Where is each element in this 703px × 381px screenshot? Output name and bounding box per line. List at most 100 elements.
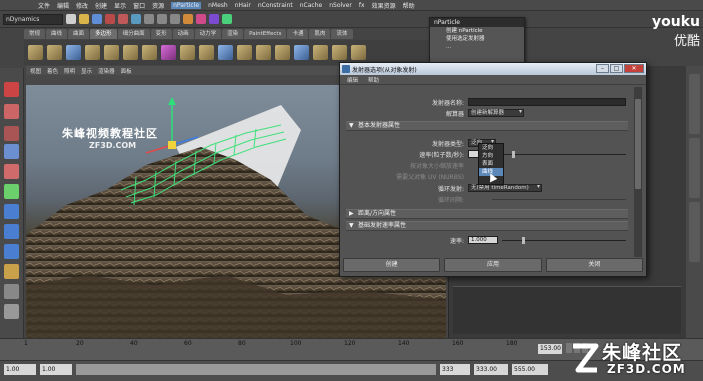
- move-tool-icon[interactable]: [4, 144, 19, 159]
- snap-grid-icon[interactable]: [144, 14, 154, 24]
- tab-channel-box[interactable]: [689, 74, 700, 134]
- playback-start-field[interactable]: 1.00: [40, 364, 72, 375]
- shelf-tab-muscle[interactable]: 肌肉: [309, 29, 331, 39]
- shelf-tab-curves[interactable]: 曲线: [46, 29, 68, 39]
- range-bar[interactable]: [76, 364, 436, 375]
- panel-menu-panels[interactable]: 面板: [121, 67, 132, 75]
- panel-menu-shading[interactable]: 着色: [47, 67, 58, 75]
- shelf-tab-deform[interactable]: 变形: [150, 29, 172, 39]
- menu-item-more[interactable]: ...: [430, 43, 524, 51]
- shelf-tool-icon[interactable]: [351, 45, 366, 60]
- ipr-render-icon[interactable]: [209, 14, 219, 24]
- dialog-title-bar[interactable]: 发射器选项(从对象发射) – □ ✕: [340, 63, 646, 75]
- shelf-tool-icon[interactable]: [256, 45, 271, 60]
- shelf-tab-rendering[interactable]: 渲染: [222, 29, 244, 39]
- save-scene-icon[interactable]: [92, 14, 102, 24]
- render-settings-icon[interactable]: [222, 14, 232, 24]
- speed-input[interactable]: 1.000: [468, 236, 498, 244]
- maximize-button[interactable]: □: [610, 64, 623, 73]
- panel-menu-view[interactable]: 视图: [30, 67, 41, 75]
- tab-tool-settings[interactable]: [689, 202, 700, 262]
- menu-help[interactable]: 帮助: [403, 1, 415, 10]
- menu-effect-assets[interactable]: 效果资源: [372, 1, 396, 10]
- select-hierarchy-icon[interactable]: [105, 14, 115, 24]
- shelf-tool-icon[interactable]: [161, 45, 176, 60]
- type-option-surface[interactable]: 表面: [479, 160, 503, 168]
- scale-tool-icon[interactable]: [4, 184, 19, 199]
- panel-menu-renderer[interactable]: 渲染器: [98, 67, 115, 75]
- rate-slider-knob[interactable]: [512, 151, 515, 158]
- layout-single-icon[interactable]: [4, 204, 19, 219]
- shelf-tab-dynamics[interactable]: 动力学: [194, 29, 222, 39]
- shelf-tab-general[interactable]: 常规: [24, 29, 46, 39]
- shelf-tool-icon[interactable]: [180, 45, 195, 60]
- menu-create[interactable]: 创建: [95, 1, 107, 10]
- shelf-tool-icon[interactable]: [123, 45, 138, 60]
- scrollbar-thumb[interactable]: [635, 99, 641, 189]
- menu-display[interactable]: 显示: [114, 1, 126, 10]
- shelf-tool-icon[interactable]: [199, 45, 214, 60]
- end-time-field[interactable]: 333.00: [474, 364, 508, 375]
- paint-select-icon[interactable]: [4, 126, 19, 141]
- shelf-tab-animation[interactable]: 动画: [172, 29, 194, 39]
- shelf-tool-icon[interactable]: [66, 45, 81, 60]
- render-icon[interactable]: [196, 14, 206, 24]
- layout-outliner-icon[interactable]: [4, 244, 19, 259]
- menu-modify[interactable]: 修改: [76, 1, 88, 10]
- dialog-scrollbar[interactable]: [634, 87, 642, 257]
- rotate-tool-icon[interactable]: [4, 164, 19, 179]
- select-object-icon[interactable]: [118, 14, 128, 24]
- menuset-dropdown[interactable]: nDynamics: [3, 13, 63, 25]
- menu-item-create-nparticle[interactable]: 创建 nParticle: [430, 27, 524, 35]
- shelf-tool-icon[interactable]: [218, 45, 233, 60]
- history-icon[interactable]: [183, 14, 193, 24]
- layout-hypershade-icon[interactable]: [4, 284, 19, 299]
- snap-curve-icon[interactable]: [157, 14, 167, 24]
- shelf-tab-painteffects[interactable]: PaintEffects: [244, 29, 287, 39]
- menu-fx[interactable]: fx: [359, 2, 365, 9]
- close-button[interactable]: ✕: [624, 64, 644, 73]
- anim-end-field[interactable]: 555.00: [512, 364, 548, 375]
- shelf-tool-icon[interactable]: [294, 45, 309, 60]
- shelf-tool-icon[interactable]: [47, 45, 62, 60]
- section-basic-emitter[interactable]: ▼ 基本发射器属性: [346, 121, 628, 131]
- shelf-tab-toon[interactable]: 卡通: [287, 29, 309, 39]
- emitter-name-input[interactable]: [468, 98, 626, 106]
- shelf-tool-icon[interactable]: [142, 45, 157, 60]
- shelf-tool-icon[interactable]: [237, 45, 252, 60]
- section-base-speed[interactable]: ▼ 基础发射速率属性: [346, 221, 628, 231]
- menu-assets[interactable]: 资源: [152, 1, 164, 10]
- solver-dropdown[interactable]: 创建新解算器: [468, 109, 524, 117]
- new-scene-icon[interactable]: [66, 14, 76, 24]
- type-option-omni[interactable]: 泛向: [479, 144, 503, 152]
- shelf-tab-surfaces[interactable]: 曲面: [68, 29, 90, 39]
- current-time-field[interactable]: 153.00: [538, 344, 562, 354]
- lasso-tool-icon[interactable]: [4, 104, 19, 119]
- menu-window[interactable]: 窗口: [133, 1, 145, 10]
- shelf-tab-subdiv[interactable]: 细分曲面: [117, 29, 150, 39]
- menu-item-use-selected-emitter[interactable]: 使用选定发射器: [430, 35, 524, 43]
- cycle-dropdown[interactable]: 无(禁用 timeRandom): [468, 184, 542, 192]
- layout-graph-icon[interactable]: [4, 264, 19, 279]
- close-dialog-button[interactable]: 关闭: [545, 258, 643, 272]
- minimize-button[interactable]: –: [596, 64, 609, 73]
- snap-point-icon[interactable]: [170, 14, 180, 24]
- menu-nmesh[interactable]: nMesh: [208, 2, 228, 9]
- menu-nhair[interactable]: nHair: [235, 2, 251, 9]
- shelf-tab-fluids[interactable]: 流体: [331, 29, 353, 39]
- menu-nconstraint[interactable]: nConstraint: [258, 2, 293, 9]
- speed-slider-track[interactable]: [502, 240, 626, 241]
- menu-file[interactable]: 文件: [38, 1, 50, 10]
- shelf-tool-icon[interactable]: [313, 45, 328, 60]
- shelf-tool-icon[interactable]: [28, 45, 43, 60]
- type-option-directional[interactable]: 方向: [479, 152, 503, 160]
- menu-nparticle[interactable]: nParticle: [171, 1, 202, 9]
- shelf-tool-icon[interactable]: [85, 45, 100, 60]
- menu-edit[interactable]: 编辑: [57, 1, 69, 10]
- panel-menu-show[interactable]: 显示: [81, 67, 92, 75]
- menu-nsolver[interactable]: nSolver: [329, 2, 352, 9]
- dialog-menu-edit[interactable]: 编辑: [347, 76, 358, 84]
- shelf-tab-polygons[interactable]: 多边形: [90, 29, 117, 39]
- select-tool-icon[interactable]: [4, 82, 19, 97]
- layout-four-icon[interactable]: [4, 224, 19, 239]
